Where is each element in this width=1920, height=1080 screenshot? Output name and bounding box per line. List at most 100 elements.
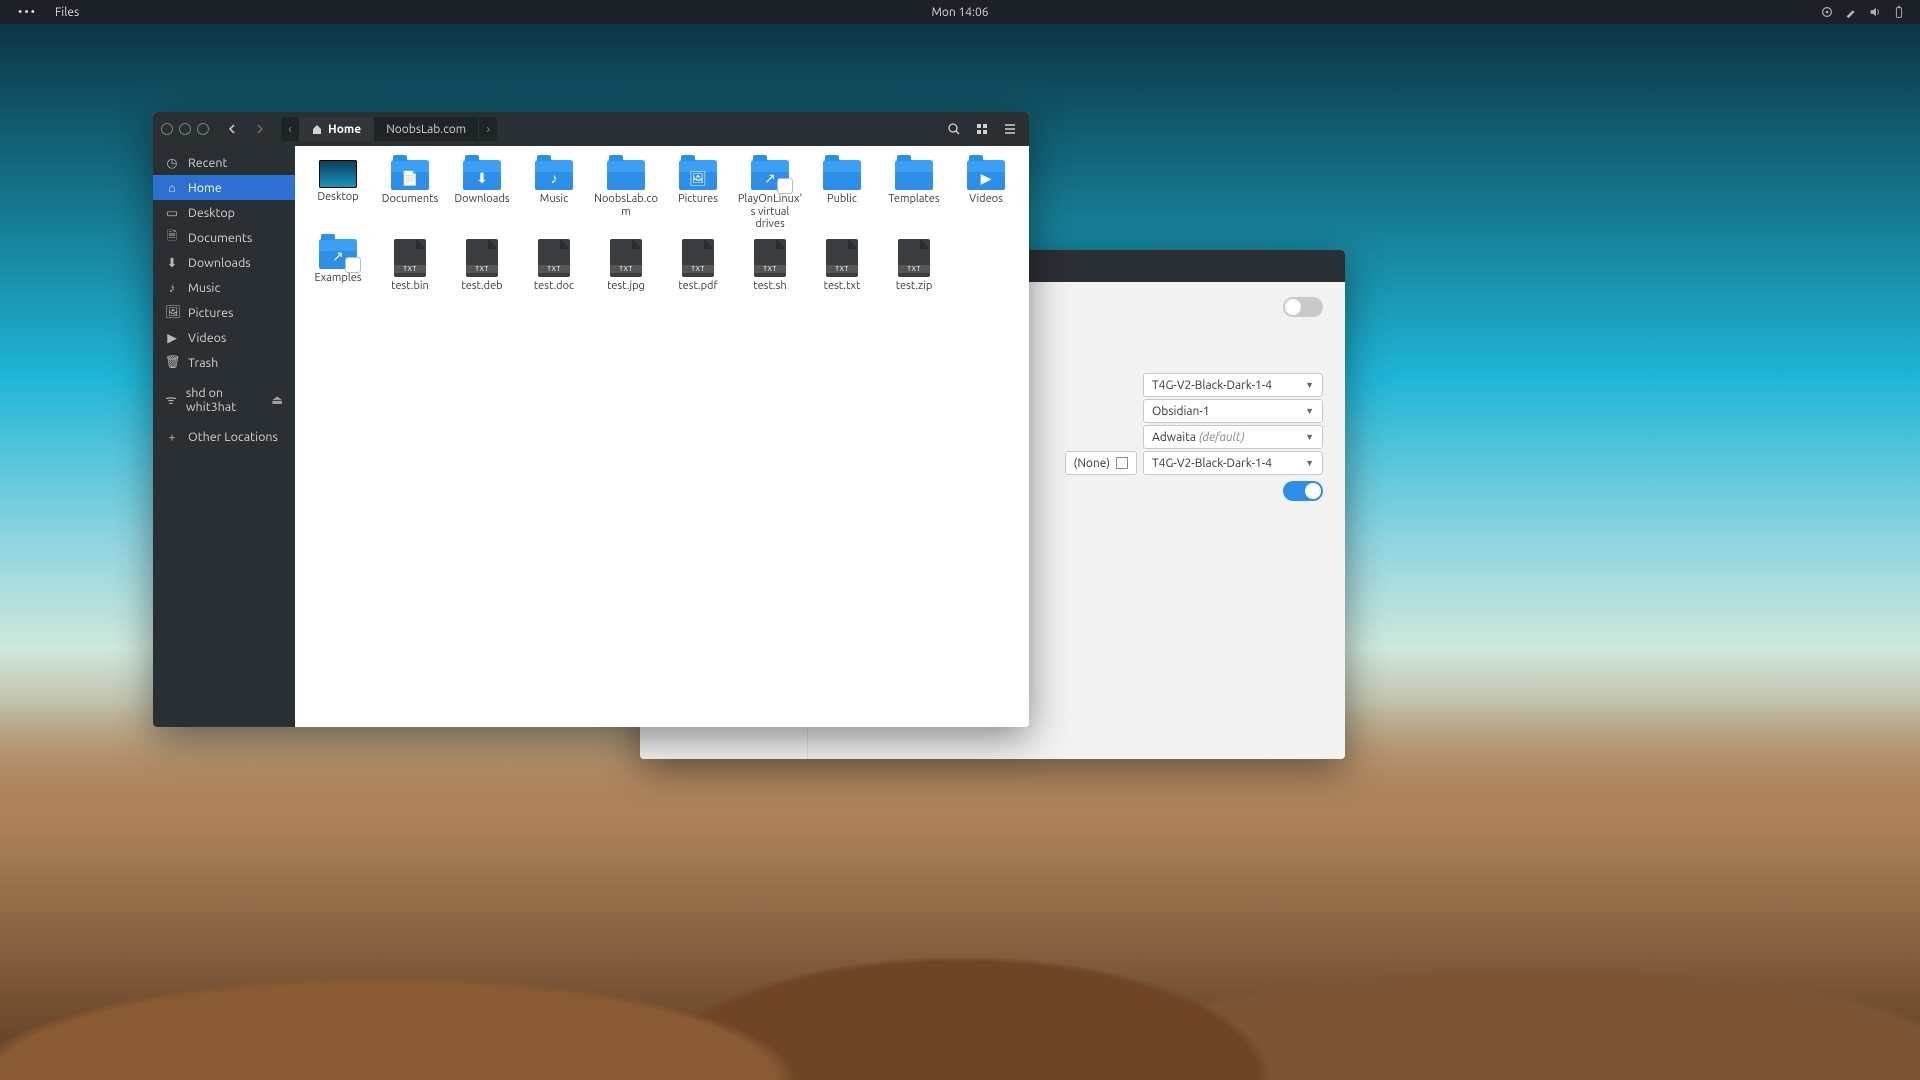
icons-combo[interactable]: Obsidian-1▼ bbox=[1143, 399, 1323, 423]
sidebar-other-locations[interactable]: + Other Locations bbox=[153, 424, 295, 449]
doc-icon: 🗎 bbox=[165, 227, 179, 248]
file-icon: TXT bbox=[754, 239, 786, 277]
home-icon bbox=[311, 123, 323, 135]
file-test-deb[interactable]: TXT test.deb bbox=[447, 237, 517, 295]
folder-examples[interactable]: ↗ Examples bbox=[303, 237, 373, 295]
sidebar-item-videos[interactable]: ▶ Videos bbox=[153, 325, 295, 350]
item-label: Public bbox=[827, 193, 857, 206]
file-test-txt[interactable]: TXTtest.txt bbox=[807, 237, 877, 295]
file-test-zip[interactable]: TXTtest.zip bbox=[879, 237, 949, 295]
folder-templates[interactable]: Templates bbox=[879, 158, 949, 233]
shell-combo[interactable]: T4G-V2-Black-Dark-1-4▼ bbox=[1143, 451, 1323, 475]
nav-back-button[interactable] bbox=[221, 118, 243, 140]
sidebar-item-label: Videos bbox=[188, 331, 226, 345]
path-crumb[interactable]: NoobsLab.com bbox=[374, 117, 479, 141]
activities-icon[interactable]: ••• bbox=[18, 6, 37, 19]
file-icon: TXT bbox=[682, 239, 714, 277]
sidebar-item-trash[interactable]: 🗑Trash bbox=[153, 350, 295, 375]
sidebar-item-documents[interactable]: 🗎Documents bbox=[153, 225, 295, 250]
trash-icon: 🗑 bbox=[165, 355, 179, 370]
file-test-jpg[interactable]: TXTtest.jpg bbox=[591, 237, 661, 295]
item-label: test.zip bbox=[896, 280, 933, 293]
item-label: Videos bbox=[969, 193, 1003, 206]
path-bar: ‹ Home NoobsLab.com › bbox=[281, 117, 497, 141]
item-label: NoobsLab.com bbox=[593, 193, 659, 218]
file-test-pdf[interactable]: TXTtest.pdf bbox=[663, 237, 733, 295]
path-prev-icon[interactable]: ‹ bbox=[281, 123, 299, 136]
folder-icon: ↗ bbox=[319, 239, 357, 269]
sidebar-item-home[interactable]: ⌂Home bbox=[153, 175, 295, 200]
sidebar-item-desktop[interactable]: ▭ Desktop bbox=[153, 200, 295, 225]
item-label: test.txt bbox=[824, 280, 861, 293]
file-test-bin[interactable]: TXT test.bin bbox=[375, 237, 445, 295]
nav-forward-button[interactable] bbox=[249, 118, 271, 140]
app-menu[interactable]: Files bbox=[55, 6, 79, 19]
path-home[interactable]: Home bbox=[299, 117, 374, 141]
file-icon: TXT bbox=[466, 239, 498, 277]
anim-switch[interactable] bbox=[1283, 481, 1323, 501]
folder-downloads[interactable]: ⬇ Downloads bbox=[447, 158, 517, 233]
folder-noobslab-com[interactable]: NoobsLab.com bbox=[591, 158, 661, 233]
desktop-icon: ▭ bbox=[165, 205, 179, 220]
sidebar-item-label: Recent bbox=[188, 156, 227, 170]
wifi-icon: ᯤ bbox=[165, 391, 177, 408]
clock[interactable]: Mon 14:06 bbox=[931, 6, 988, 19]
shell-none-button[interactable]: (None) bbox=[1065, 451, 1137, 475]
item-label: Pictures bbox=[678, 193, 718, 206]
top-bar: ••• Files Mon 14:06 bbox=[0, 0, 1920, 24]
vid-icon: ▶ bbox=[165, 330, 179, 345]
folder-desktop[interactable]: Desktop bbox=[303, 158, 373, 233]
folder-documents[interactable]: 📄 Documents bbox=[375, 158, 445, 233]
global-dark-switch[interactable] bbox=[1283, 297, 1323, 317]
item-label: Examples bbox=[314, 272, 361, 285]
sidebar-item-label: shd on whit3hat bbox=[186, 386, 262, 414]
hamburger-button[interactable] bbox=[999, 118, 1021, 140]
files-headerbar[interactable]: ‹ Home NoobsLab.com › bbox=[153, 112, 1029, 146]
item-label: Music bbox=[540, 193, 568, 206]
gtk-combo[interactable]: T4G-V2-Black-Dark-1-4▼ bbox=[1143, 373, 1323, 397]
search-button[interactable] bbox=[943, 118, 965, 140]
minimize-window-icon[interactable] bbox=[179, 123, 191, 135]
item-label: Documents bbox=[382, 193, 439, 206]
file-test-doc[interactable]: TXTtest.doc bbox=[519, 237, 589, 295]
maximize-window-icon[interactable] bbox=[197, 123, 209, 135]
item-label: test.deb bbox=[461, 280, 502, 293]
item-label: test.bin bbox=[391, 280, 429, 293]
sidebar-network[interactable]: ᯤ shd on whit3hat ⏏ bbox=[153, 387, 295, 412]
folder-playonlinux-s-virtual-drives[interactable]: ↗PlayOnLinux's virtual drives bbox=[735, 158, 805, 233]
power-tray-icon[interactable] bbox=[1892, 5, 1906, 19]
file-test-sh[interactable]: TXTtest.sh bbox=[735, 237, 805, 295]
files-content[interactable]: Desktop 📄 Documents ⬇ Downloads ♪MusicNoobsLa… bbox=[295, 146, 1029, 727]
music-icon: ♪ bbox=[165, 281, 179, 295]
sidebar-item-downloads[interactable]: ⬇Downloads bbox=[153, 250, 295, 275]
sidebar-item-label: Desktop bbox=[188, 206, 235, 220]
file-icon: TXT bbox=[394, 239, 426, 277]
folder-icon: 🖼 bbox=[679, 160, 717, 190]
view-grid-button[interactable] bbox=[971, 118, 993, 140]
folder-icon: ⬇ bbox=[463, 160, 501, 190]
sidebar-item-music[interactable]: ♪ Music bbox=[153, 275, 295, 300]
folder-music[interactable]: ♪Music bbox=[519, 158, 589, 233]
cursor-combo[interactable]: Adwaita (default)▼ bbox=[1143, 425, 1323, 449]
files-grid: Desktop 📄 Documents ⬇ Downloads ♪MusicNoobsLa… bbox=[303, 158, 1021, 295]
settings-tray-icon[interactable] bbox=[1820, 5, 1834, 19]
down-icon: ⬇ bbox=[165, 255, 179, 270]
sidebar-item-recent[interactable]: ◷ Recent bbox=[153, 150, 295, 175]
close-window-icon[interactable] bbox=[161, 123, 173, 135]
folder-icon: 📄 bbox=[391, 160, 429, 190]
folder-videos[interactable]: ▶Videos bbox=[951, 158, 1021, 233]
folder-public[interactable]: Public bbox=[807, 158, 877, 233]
sidebar-item-label: Music bbox=[188, 281, 220, 295]
volume-tray-icon[interactable] bbox=[1868, 5, 1882, 19]
folder-icon bbox=[823, 160, 861, 190]
clock-icon: ◷ bbox=[165, 155, 179, 170]
plus-icon: + bbox=[165, 430, 179, 444]
eject-icon[interactable]: ⏏ bbox=[271, 392, 283, 407]
folder-pictures[interactable]: 🖼 Pictures bbox=[663, 158, 733, 233]
path-next-icon[interactable]: › bbox=[479, 123, 497, 136]
pic-icon: 🖼 bbox=[165, 305, 179, 320]
sidebar-item-pictures[interactable]: 🖼Pictures bbox=[153, 300, 295, 325]
sidebar-item-label: Other Locations bbox=[188, 430, 278, 444]
brush-tray-icon[interactable] bbox=[1844, 5, 1858, 19]
item-label: Downloads bbox=[454, 193, 509, 206]
